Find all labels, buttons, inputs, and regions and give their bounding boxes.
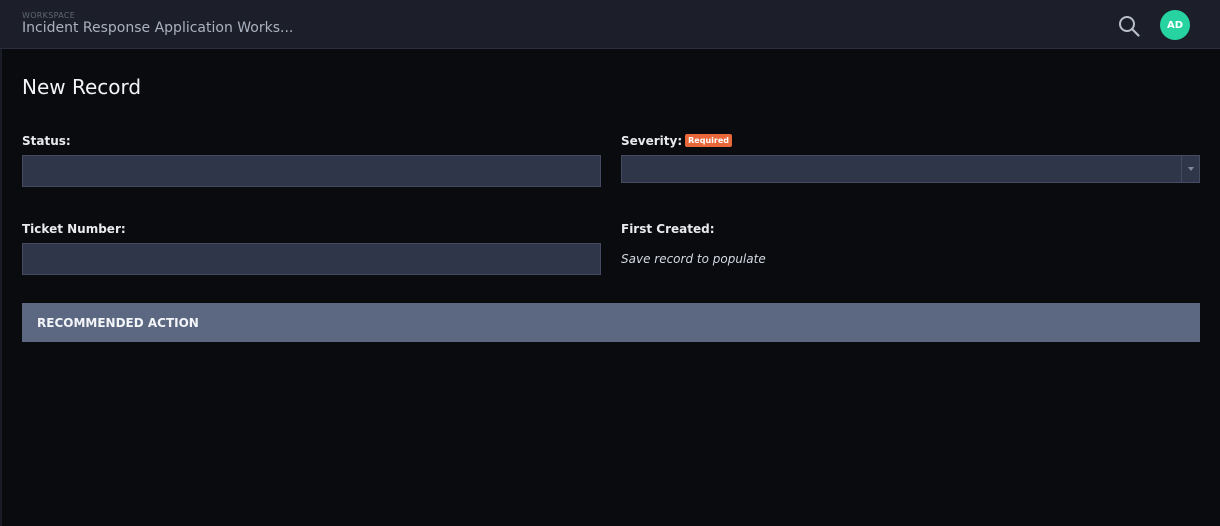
ticket-number-input[interactable] (22, 243, 601, 275)
severity-select[interactable] (621, 155, 1200, 183)
caret-down-icon (1187, 167, 1194, 171)
user-avatar[interactable]: AD (1160, 10, 1190, 40)
first-created-hint: Save record to populate (621, 252, 766, 266)
search-button[interactable] (1117, 14, 1141, 38)
workspace-name[interactable]: Incident Response Application Works... (22, 20, 293, 36)
ticket-number-label: Ticket Number: (22, 222, 126, 236)
severity-dropdown-toggle[interactable] (1181, 156, 1199, 182)
top-bar: WORKSPACE Incident Response Application … (0, 0, 1220, 49)
severity-label: Severity: (621, 134, 683, 148)
status-label: Status: (22, 134, 71, 148)
recommended-action-section-header[interactable]: RECOMMENDED ACTION (22, 303, 1200, 342)
left-edge-divider (0, 49, 2, 526)
page-title: New Record (22, 75, 142, 99)
status-input[interactable] (22, 155, 601, 187)
workspace-label: WORKSPACE (22, 11, 76, 20)
search-icon (1119, 16, 1140, 37)
first-created-label: First Created: (621, 222, 715, 236)
severity-label-group: Severity: Required (621, 134, 732, 148)
required-badge: Required (685, 134, 732, 147)
